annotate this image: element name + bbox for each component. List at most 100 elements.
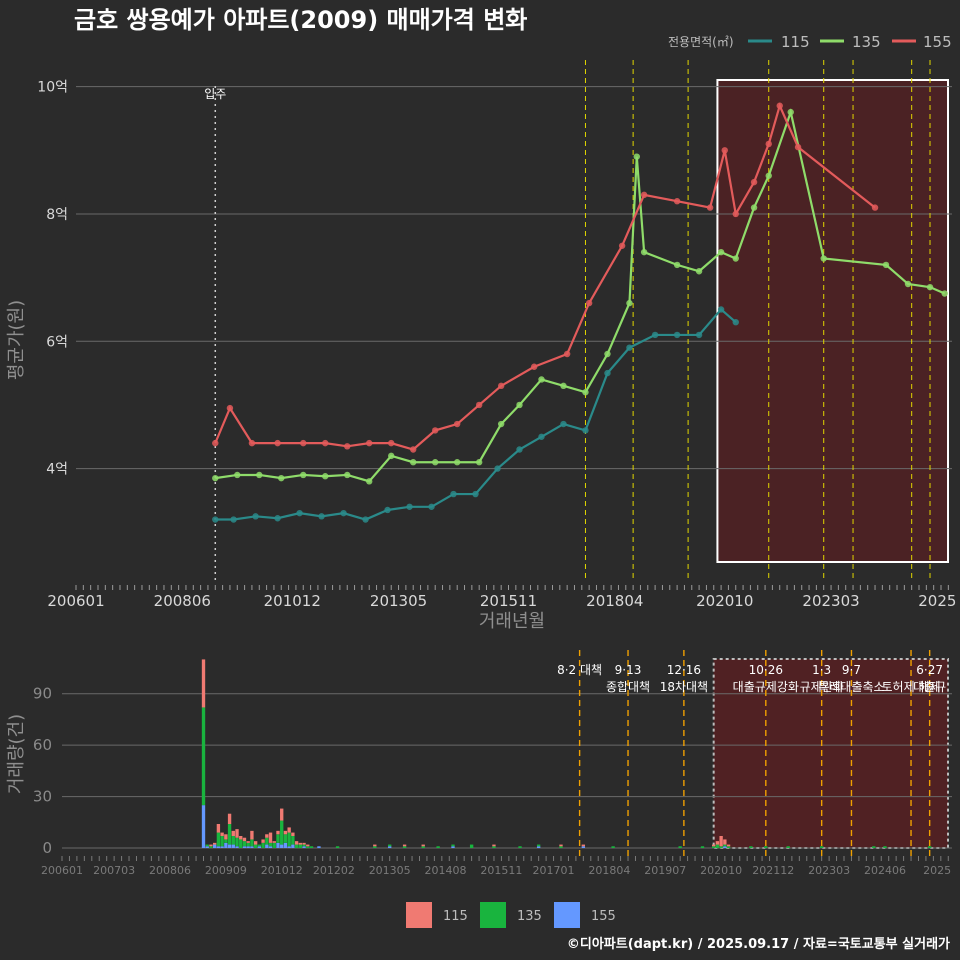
price-x-tick-label: 202010 — [696, 592, 753, 610]
volume-bar-155 — [205, 846, 209, 848]
volume-bar-115 — [373, 844, 377, 847]
price-point-155 — [640, 191, 648, 199]
price-point-135 — [717, 248, 725, 256]
price-point-115 — [673, 331, 681, 339]
price-point-155 — [475, 401, 483, 409]
volume-bar-135 — [388, 844, 392, 847]
price-point-115 — [384, 506, 391, 514]
volume-bar-115 — [227, 813, 232, 824]
price-point-135 — [516, 401, 523, 409]
volume-bar-115 — [220, 832, 224, 836]
volume-bar-115 — [201, 659, 206, 708]
volume-bar-135 — [373, 846, 377, 848]
volume-bar-155 — [302, 846, 306, 848]
price-point-135 — [234, 471, 241, 479]
volume-bar-135 — [723, 844, 727, 847]
volume-y-axis-label: 거래량(건) — [6, 714, 27, 794]
price-point-135 — [673, 261, 681, 269]
bottom-legend-label-155: 155 — [591, 909, 616, 924]
price-point-135 — [633, 153, 640, 160]
volume-bar-155 — [242, 846, 247, 848]
volume-bar-155 — [451, 846, 455, 848]
volume-bar-135 — [205, 844, 209, 847]
volume-bar-155 — [291, 844, 295, 848]
volume-bar-135 — [242, 841, 247, 847]
price-point-115 — [560, 420, 567, 428]
price-x-tick-label: 200601 — [47, 592, 104, 610]
volume-bar-135 — [302, 844, 306, 847]
volume-bar-155 — [388, 846, 392, 848]
volume-bar-135 — [250, 839, 254, 847]
volume-bar-135 — [201, 707, 206, 806]
volume-bar-135 — [224, 839, 228, 843]
legend-label-115: 115 — [781, 33, 810, 51]
volume-bar-135 — [715, 844, 720, 848]
volume-x-tick-label: 201202 — [313, 864, 355, 877]
top-legend-title: 전용면적(㎡) — [668, 35, 734, 49]
volume-bar-135 — [261, 842, 265, 848]
volume-bar-115 — [306, 844, 310, 847]
volume-bar-135 — [749, 846, 753, 848]
price-point-135 — [732, 255, 739, 262]
price-point-135 — [366, 478, 373, 485]
volume-x-tick-label: 200601 — [41, 864, 83, 877]
highlight-box — [716, 79, 950, 563]
bottom-legend-label-135: 135 — [517, 909, 542, 924]
price-point-135 — [453, 459, 461, 466]
price-x-tick-label: 200806 — [154, 592, 211, 610]
volume-bar-115 — [209, 844, 213, 847]
volume-bar-115 — [726, 844, 731, 847]
volume-x-tick-label: 202010 — [700, 864, 742, 877]
volume-bar-135 — [726, 846, 731, 848]
volume-bar-115 — [283, 830, 288, 835]
price-point-155 — [497, 382, 505, 390]
volume-bar-115 — [287, 827, 291, 833]
price-point-155 — [721, 147, 728, 154]
price-point-135 — [787, 108, 794, 116]
volume-bar-115 — [253, 841, 258, 845]
volume-bar-135 — [678, 846, 682, 848]
price-point-135 — [322, 473, 329, 480]
price-point-135 — [497, 420, 505, 428]
price-point-135 — [765, 172, 772, 179]
price-y-tick-label: 8억 — [46, 207, 68, 223]
price-point-135 — [604, 350, 611, 358]
legend-label-155: 155 — [923, 33, 952, 51]
price-point-115 — [340, 509, 347, 517]
price-point-135 — [882, 261, 890, 269]
price-x-tick-label: 201012 — [264, 592, 321, 610]
volume-bar-155 — [213, 844, 217, 848]
volume-x-tick-label: 201305 — [369, 864, 411, 877]
price-point-155 — [300, 439, 307, 447]
price-point-115 — [428, 503, 435, 510]
volume-bar-135 — [436, 846, 440, 848]
price-point-115 — [472, 490, 479, 498]
policy-annotation: 10·26 — [749, 663, 783, 677]
volume-y-tick-label: 30 — [33, 788, 52, 806]
volume-bar-115 — [302, 842, 306, 845]
volume-bar-115 — [421, 844, 425, 847]
price-point-155 — [585, 299, 593, 307]
volume-bar-135 — [492, 846, 496, 848]
policy-annotation: 9·13 — [615, 663, 642, 677]
volume-bar-155 — [257, 846, 262, 848]
price-point-115 — [450, 490, 457, 498]
price-point-155 — [673, 198, 681, 205]
price-point-155 — [366, 439, 373, 447]
price-point-115 — [717, 306, 725, 313]
volume-x-tick-label: 200909 — [205, 864, 247, 877]
legend-label-135: 135 — [852, 33, 881, 51]
volume-x-tick-label: 201012 — [261, 864, 303, 877]
price-point-115 — [582, 427, 589, 434]
policy-annotation: 6·27 — [916, 663, 943, 677]
volume-x-tick-label: 201701 — [533, 864, 575, 877]
volume-y-tick-label: 0 — [42, 839, 52, 857]
volume-bar-135 — [220, 836, 224, 847]
policy-annotation: 9·7 — [842, 663, 861, 677]
volume-bar-155 — [246, 846, 250, 848]
volume-bar-135 — [257, 844, 262, 847]
volume-bar-135 — [276, 834, 280, 843]
volume-bar-135 — [402, 846, 407, 848]
volume-bar-115 — [231, 830, 235, 836]
volume-bar-115 — [280, 808, 284, 821]
